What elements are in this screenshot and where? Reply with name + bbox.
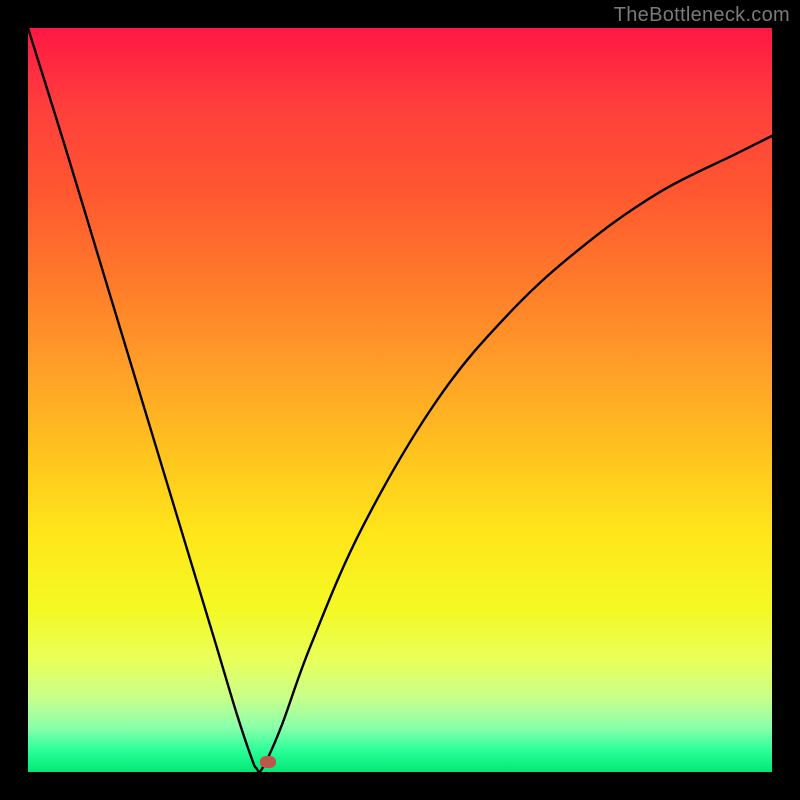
plot-area: [28, 28, 772, 772]
optimal-point-marker: [260, 756, 276, 768]
chart-frame: TheBottleneck.com: [0, 0, 800, 800]
curve-path: [28, 28, 772, 772]
watermark-text: TheBottleneck.com: [614, 4, 790, 27]
bottleneck-curve: [28, 28, 772, 772]
